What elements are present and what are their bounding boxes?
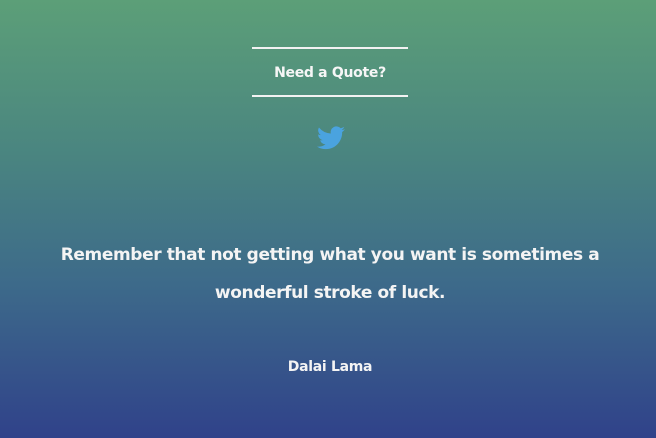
tweet-quote-button[interactable] <box>317 126 345 150</box>
quote-author: Dalai Lama <box>287 359 373 375</box>
twitter-icon[interactable] <box>317 126 345 150</box>
quote-header: Need a Quote? <box>252 47 408 97</box>
quote-text: Remember that not getting what you want … <box>60 245 600 303</box>
page-title: Need a Quote? <box>274 65 386 81</box>
